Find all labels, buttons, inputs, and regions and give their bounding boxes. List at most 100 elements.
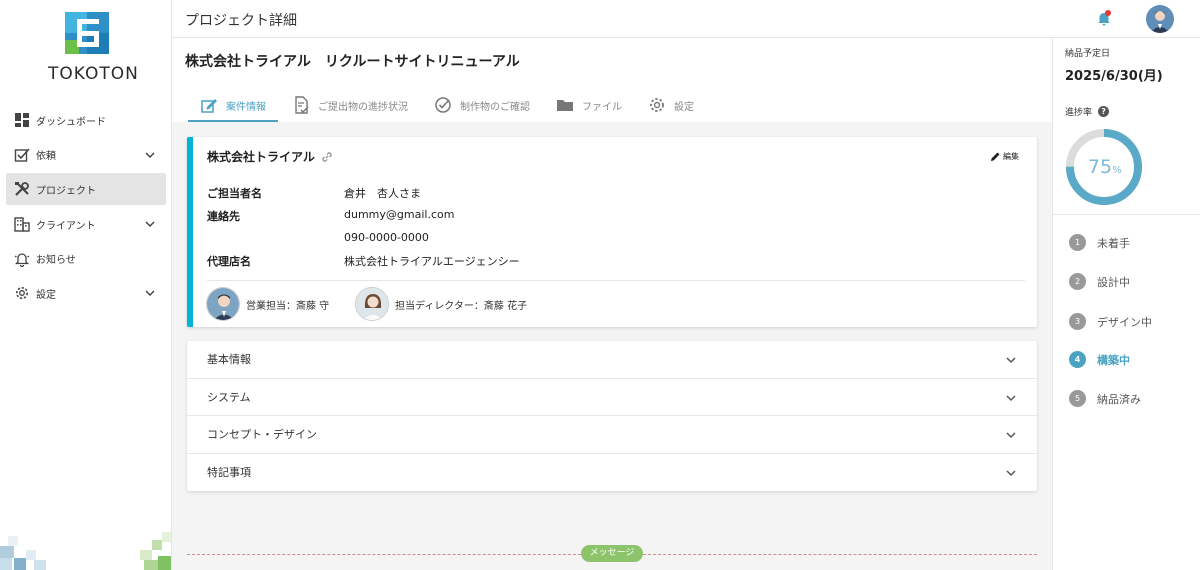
- step-number: 2: [1069, 273, 1086, 290]
- sales-staff: 営業担当：斎藤 守: [206, 287, 329, 321]
- accordion-label: 基本情報: [207, 353, 251, 367]
- progress-unit: %: [1112, 165, 1122, 176]
- sidebar-item-notices[interactable]: お知らせ: [6, 243, 166, 275]
- card-divider: [207, 280, 1025, 281]
- chevron-down-icon: [145, 152, 155, 158]
- person-avatar-icon: [356, 288, 388, 320]
- step-number: 5: [1069, 390, 1086, 407]
- sidebar: TOKOTON ダッシュボード 依頼 プロジェクト クライアント お知らせ 設定: [0, 0, 172, 570]
- folder-icon: [557, 100, 573, 111]
- accordion-system[interactable]: システム: [187, 379, 1037, 416]
- decorative-mosaic: [0, 532, 171, 570]
- progress-label: 進捗率 ?: [1065, 105, 1110, 118]
- main-content: 株式会社トライアル リクルートサイトリニューアル 案件情報 ご提出物の進捗状況 …: [172, 38, 1052, 570]
- doc-check-icon: [295, 96, 309, 114]
- dashboard-icon: [15, 113, 29, 127]
- notification-badge: [1105, 10, 1111, 16]
- details-accordion: 基本情報 システム コンセプト・デザイン 特記事項: [187, 341, 1037, 491]
- contact-email-value: dummy@gmail.com: [344, 208, 455, 221]
- contact-info-label: 連絡先: [207, 210, 240, 223]
- building-icon: [14, 217, 30, 232]
- pencil-icon: [991, 152, 1000, 161]
- progress-value: 75: [1088, 156, 1112, 178]
- step-item-current: 4 構築中: [1069, 351, 1130, 368]
- accordion-basic-info[interactable]: 基本情報: [187, 341, 1037, 379]
- project-header: 株式会社トライアル リクルートサイトリニューアル 案件情報 ご提出物の進捗状況 …: [172, 38, 1052, 122]
- request-icon: [14, 148, 30, 162]
- sidebar-item-requests[interactable]: 依頼: [6, 139, 166, 171]
- contact-name-label: ご担当者名: [207, 187, 262, 200]
- sidebar-item-label: 設定: [36, 289, 56, 301]
- due-date-label: 納品予定日: [1065, 49, 1111, 59]
- page-title: プロジェクト詳細: [185, 13, 297, 29]
- contact-name-value: 倉井 杏人さま: [344, 187, 421, 200]
- step-label: デザイン中: [1097, 315, 1152, 329]
- status-panel: 納品予定日 2025/6/30(月) 進捗率 ? 75 % 1 未着手 2 設計…: [1052, 38, 1200, 570]
- sidebar-item-label: 依頼: [36, 151, 56, 163]
- top-bar: プロジェクト詳細: [172, 0, 1200, 38]
- sidebar-item-label: プロジェクト: [36, 185, 96, 197]
- chevron-down-icon: [1006, 432, 1016, 439]
- chevron-down-icon: [1006, 469, 1016, 476]
- step-label: 納品済み: [1097, 392, 1141, 406]
- step-number: 4: [1069, 351, 1086, 368]
- project-tabs: 案件情報 ご提出物の進捗状況 制作物のご確認 ファイル 設定: [188, 88, 708, 122]
- tab-settings[interactable]: 設定: [636, 88, 706, 122]
- project-title: 株式会社トライアル リクルートサイトリニューアル: [185, 54, 520, 70]
- tab-submission-progress[interactable]: ご提出物の進捗状況: [280, 88, 420, 122]
- help-icon[interactable]: ?: [1098, 106, 1110, 117]
- sidebar-nav: ダッシュボード 依頼 プロジェクト クライアント お知らせ 設定: [6, 104, 166, 312]
- bell-icon: [14, 253, 30, 267]
- accordion-concept-design[interactable]: コンセプト・デザイン: [187, 416, 1037, 454]
- step-item: 2 設計中: [1069, 273, 1130, 290]
- tab-label: 制作物のご確認: [460, 101, 530, 113]
- sidebar-item-label: ダッシュボード: [36, 116, 106, 128]
- chevron-down-icon: [145, 290, 155, 297]
- director-staff-label: 担当ディレクター：斎藤 花子: [395, 300, 528, 312]
- contact-phone-value: 090-0000-0000: [344, 231, 429, 244]
- edit-button[interactable]: 編集: [990, 151, 1019, 162]
- user-avatar[interactable]: [1146, 5, 1174, 33]
- tab-label: 設定: [674, 101, 694, 113]
- step-item: 5 納品済み: [1069, 390, 1141, 407]
- sidebar-item-settings[interactable]: 設定: [6, 277, 166, 309]
- sales-staff-label: 営業担当：斎藤 守: [246, 300, 330, 312]
- progress-label-text: 進捗率: [1065, 108, 1093, 118]
- tools-icon: [15, 182, 29, 197]
- accordion-special-notes[interactable]: 特記事項: [187, 454, 1037, 492]
- chevron-down-icon: [1006, 357, 1016, 364]
- logo-icon: [65, 12, 109, 54]
- avatar-icon: [1146, 5, 1174, 33]
- chevron-down-icon: [145, 221, 155, 228]
- tab-files[interactable]: ファイル: [544, 88, 634, 122]
- step-label: 構築中: [1097, 353, 1130, 367]
- step-label: 未着手: [1097, 236, 1130, 250]
- step-label: 設計中: [1097, 275, 1130, 289]
- tab-deliverable-review[interactable]: 制作物のご確認: [422, 88, 542, 122]
- progress-donut: 75 %: [1066, 129, 1142, 205]
- panel-divider: [1053, 214, 1200, 215]
- sidebar-item-dashboard[interactable]: ダッシュボード: [6, 104, 166, 136]
- person-avatar-icon: [207, 288, 239, 320]
- gear-icon: [16, 287, 28, 300]
- sidebar-item-projects[interactable]: プロジェクト: [6, 173, 166, 206]
- chevron-down-icon: [1006, 394, 1016, 401]
- link-icon[interactable]: [321, 151, 333, 163]
- client-company-name: 株式会社トライアル: [207, 150, 315, 164]
- step-number: 3: [1069, 313, 1086, 330]
- client-company-title: 株式会社トライアル: [207, 148, 333, 165]
- director-staff: 担当ディレクター：斎藤 花子: [355, 287, 527, 321]
- sales-avatar: [206, 287, 240, 321]
- brand-name: TOKOTON: [48, 64, 139, 84]
- step-item: 3 デザイン中: [1069, 313, 1152, 330]
- check-circle-icon: [435, 97, 451, 113]
- step-item: 1 未着手: [1069, 234, 1130, 251]
- tab-label: ファイル: [582, 101, 622, 113]
- sidebar-item-clients[interactable]: クライアント: [6, 208, 166, 240]
- client-info-card: 株式会社トライアル 編集 ご担当者名 倉井 杏人さま 連絡先 dummy@gma…: [187, 137, 1037, 327]
- agency-label: 代理店名: [207, 255, 251, 268]
- director-avatar: [355, 287, 389, 321]
- accordion-label: システム: [207, 390, 251, 404]
- tab-label: ご提出物の進捗状況: [318, 101, 408, 113]
- tab-project-info[interactable]: 案件情報: [188, 88, 278, 122]
